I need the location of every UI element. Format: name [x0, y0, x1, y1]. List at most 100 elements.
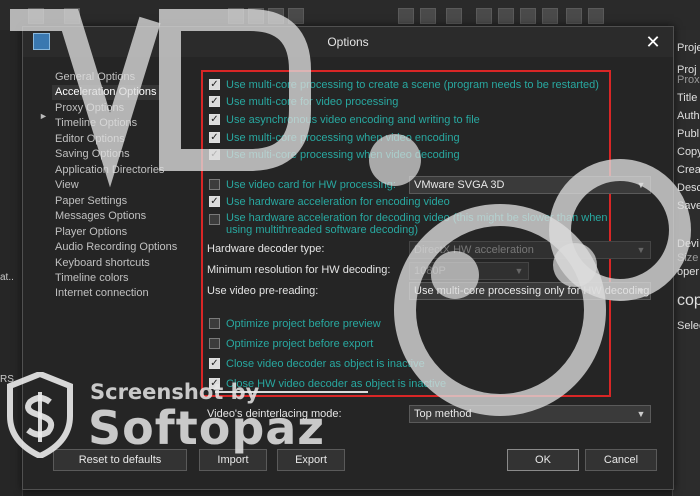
- dialog-titlebar[interactable]: Options ✕: [23, 27, 673, 57]
- right-panel-row: Title: [677, 92, 698, 104]
- ok-button[interactable]: OK: [507, 449, 579, 471]
- toolbar-icon[interactable]: [420, 8, 436, 24]
- arrow-up-icon[interactable]: [542, 8, 558, 24]
- option-label: Optimize project before export: [226, 338, 374, 350]
- toolbar-icon[interactable]: [28, 8, 44, 24]
- toolbar-icon[interactable]: [446, 8, 462, 24]
- optimize-export-checkbox[interactable]: Optimize project before export: [209, 336, 609, 352]
- arrow-up-icon[interactable]: [476, 8, 492, 24]
- nav-item-general-options[interactable]: General Options: [55, 70, 135, 85]
- hw-encoding-checkbox[interactable]: ✓ Use hardware acceleration for encoding…: [209, 194, 609, 210]
- dialog-title: Options: [327, 35, 369, 49]
- option-label: Close video decoder as object is inactiv…: [226, 358, 425, 370]
- video-card-select[interactable]: VMware SVGA 3D ▼: [409, 176, 651, 194]
- toolbar-icon[interactable]: [64, 8, 80, 24]
- nav-item-application-directories[interactable]: Application Directories: [55, 163, 164, 178]
- min-resolution-select: 1080P ▼: [409, 262, 529, 280]
- hw-decoder-type-value: DirectX HW acceleration: [414, 244, 534, 256]
- multicore-decoding-checkbox[interactable]: ✓ Use multi-core processing when video d…: [209, 147, 609, 163]
- pre-reading-select[interactable]: Use multi-core processing only for HW de…: [409, 282, 651, 300]
- hw-video-card-checkbox[interactable]: Use video card for HW processing:: [209, 177, 409, 193]
- checkbox-unchecked-icon: [209, 318, 220, 329]
- multicore-encoding-checkbox[interactable]: ✓ Use multi-core processing when video e…: [209, 130, 609, 146]
- toolbar-icon[interactable]: [588, 8, 604, 24]
- checkbox-checked-icon: ✓: [209, 79, 220, 90]
- chevron-down-icon: ▼: [636, 180, 646, 190]
- right-panel-row: Auth: [677, 110, 700, 122]
- chevron-down-icon: ▼: [636, 286, 646, 296]
- option-label: Use hardware acceleration for encoding v…: [226, 196, 450, 208]
- toolbar-icon[interactable]: [268, 8, 284, 24]
- pre-reading-label: Use video pre-reading:: [207, 285, 319, 297]
- nav-item-timeline-options[interactable]: Timeline Options: [55, 116, 137, 131]
- right-panel-row: Desc: [677, 182, 700, 194]
- close-hw-decoder-checkbox[interactable]: ✓ Close HW video decoder as object is in…: [209, 376, 609, 392]
- background-right-panel: Proje Proj Prox Title Auth Publ Copy Cre…: [672, 30, 700, 496]
- right-panel-row: Size: [677, 252, 699, 264]
- right-panel-row: oper: [677, 266, 700, 278]
- softopaz-logo-icon: [7, 372, 73, 458]
- checkbox-checked-icon: ✓: [209, 96, 220, 107]
- checkbox-unchecked-icon: [209, 179, 220, 190]
- nav-item-internet-connection[interactable]: Internet connection: [55, 286, 149, 301]
- hw-decoding-checkbox[interactable]: Use hardware acceleration for decoding v…: [209, 212, 609, 242]
- hw-decoder-type-select: DirectX HW acceleration ▼: [409, 241, 651, 259]
- watermark-line2: Softopaz: [88, 401, 326, 455]
- right-panel-row: Copy: [677, 146, 700, 158]
- right-panel-row: Save: [677, 200, 700, 212]
- optimize-preview-checkbox[interactable]: Optimize project before preview: [209, 316, 609, 332]
- checkbox-checked-icon: ✓: [209, 196, 220, 207]
- option-label: Use video card for HW processing:: [226, 179, 396, 191]
- cancel-button[interactable]: Cancel: [585, 449, 657, 471]
- current-section-arrow-icon: ►: [39, 111, 48, 121]
- nav-item-saving-options[interactable]: Saving Options: [55, 147, 130, 162]
- nav-item-view[interactable]: View: [55, 178, 79, 193]
- nav-item-editor-options[interactable]: Editor Options: [55, 132, 125, 147]
- toolbar-icon[interactable]: [566, 8, 582, 24]
- nav-item-paper-settings[interactable]: Paper Settings: [55, 194, 127, 209]
- nav-item-player-options[interactable]: Player Options: [55, 225, 127, 240]
- multicore-video-checkbox[interactable]: ✓ Use multi-core for video processing: [209, 94, 609, 110]
- toolbar-icon[interactable]: [398, 8, 414, 24]
- nav-item-timeline-colors[interactable]: Timeline colors: [55, 271, 129, 286]
- right-panel-row: Crea: [677, 164, 700, 176]
- nav-item-audio-recording-options[interactable]: Audio Recording Options: [55, 240, 177, 255]
- option-label: Use hardware acceleration for decoding v…: [226, 212, 608, 236]
- checkbox-checked-icon: ✓: [209, 132, 220, 143]
- multicore-scene-checkbox[interactable]: ✓ Use multi-core processing to create a …: [209, 77, 609, 93]
- deinterlacing-value: Top method: [414, 408, 472, 420]
- chevron-down-icon: ▼: [636, 409, 646, 419]
- chevron-down-icon: ▼: [636, 245, 646, 255]
- right-panel-row: Devi: [677, 238, 700, 250]
- async-encoding-checkbox[interactable]: ✓ Use asynchronous video encoding and wr…: [209, 112, 609, 128]
- arrow-up-icon[interactable]: [498, 8, 514, 24]
- nav-item-messages-options[interactable]: Messages Options: [55, 209, 146, 224]
- deinterlacing-select[interactable]: Top method ▼: [409, 405, 651, 423]
- right-panel-row: Proje: [677, 42, 700, 54]
- option-label: Use multi-core processing when video enc…: [226, 132, 460, 144]
- min-resolution-label: Minimum resolution for HW decoding:: [207, 264, 391, 276]
- right-panel-row: Prox: [677, 74, 700, 86]
- min-resolution-value: 1080P: [414, 265, 446, 277]
- checkbox-checked-icon: ✓: [209, 149, 220, 160]
- nav-item-acceleration-options[interactable]: Acceleration Options: [52, 85, 160, 100]
- toolbar-icon[interactable]: [248, 8, 264, 24]
- video-card-value: VMware SVGA 3D: [414, 179, 505, 191]
- checkbox-checked-icon: ✓: [209, 358, 220, 369]
- option-label: Use multi-core processing to create a sc…: [226, 79, 599, 91]
- nav-item-keyboard-shortcuts[interactable]: Keyboard shortcuts: [55, 256, 150, 271]
- arrow-down-icon[interactable]: [520, 8, 536, 24]
- pre-reading-value: Use multi-core processing only for HW de…: [414, 285, 650, 297]
- toolbar-icon[interactable]: [288, 8, 304, 24]
- checkbox-unchecked-icon: [209, 214, 220, 225]
- close-decoder-checkbox[interactable]: ✓ Close video decoder as object is inact…: [209, 356, 609, 372]
- option-label: Use multi-core for video processing: [226, 96, 399, 108]
- option-label: Use asynchronous video encoding and writ…: [226, 114, 480, 126]
- toolbar-icon[interactable]: [228, 8, 244, 24]
- left-panel-label: at..: [0, 272, 14, 283]
- hw-decoder-type-label: Hardware decoder type:: [207, 243, 325, 255]
- nav-item-proxy-options[interactable]: Proxy Options: [55, 101, 124, 116]
- close-icon[interactable]: ✕: [641, 30, 665, 54]
- checkbox-checked-icon: ✓: [209, 114, 220, 125]
- option-label: Use multi-core processing when video dec…: [226, 149, 460, 161]
